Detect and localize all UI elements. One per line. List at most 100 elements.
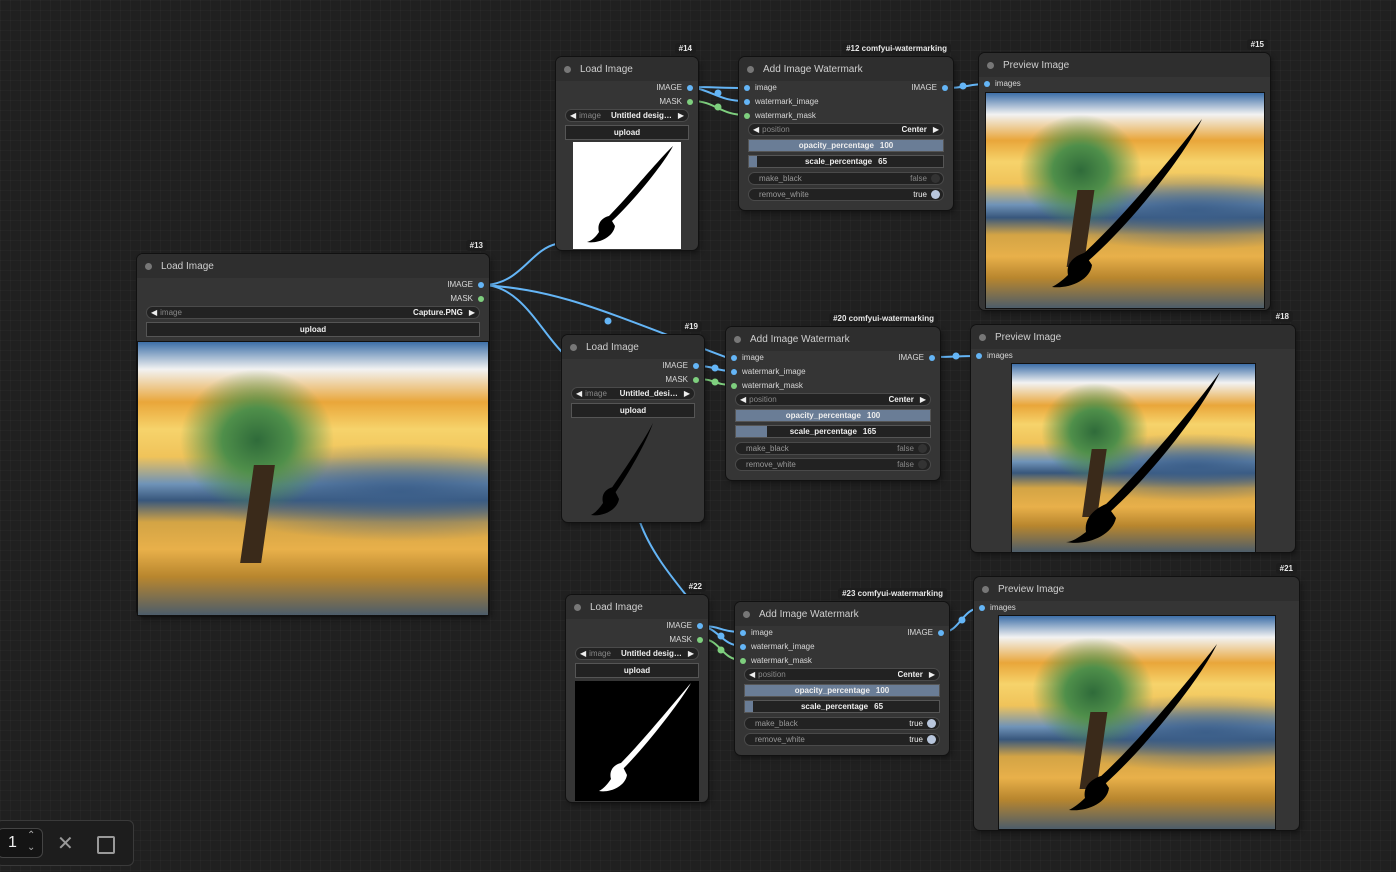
node-header[interactable]: Preview Image <box>971 325 1295 349</box>
node-header[interactable]: Load Image <box>562 335 704 359</box>
close-icon[interactable]: ✕ <box>57 831 74 856</box>
scale-slider[interactable]: scale_percentage 165 <box>735 425 931 438</box>
make-black-toggle[interactable]: make_black false <box>748 172 944 185</box>
input-watermark-mask-slot[interactable]: watermark_mask <box>740 656 812 665</box>
arrow-right-icon[interactable]: ▶ <box>920 395 926 404</box>
input-watermark-mask-slot[interactable]: watermark_mask <box>731 381 803 390</box>
output-image-slot[interactable]: IMAGE <box>666 621 703 630</box>
position-select[interactable]: ◀ position Center ▶ <box>748 123 944 136</box>
input-dot-icon[interactable] <box>979 604 985 611</box>
output-dot-icon[interactable] <box>929 354 935 361</box>
opacity-slider[interactable]: opacity_percentage 100 <box>735 409 931 422</box>
add-watermark-node-20[interactable]: #20 comfyui-watermarking Add Image Water… <box>726 313 940 480</box>
load-image-node-13[interactable]: #13 Load Image IMAGE MASK ◀ image Capture.… <box>137 240 489 616</box>
upload-button[interactable]: upload <box>146 322 480 337</box>
node-header[interactable]: Preview Image <box>979 53 1270 77</box>
collapse-dot-icon[interactable] <box>570 343 577 351</box>
arrow-right-icon[interactable]: ▶ <box>688 649 694 658</box>
image-select[interactable]: ◀ image Capture.PNG ▶ <box>146 306 480 319</box>
output-mask-slot[interactable]: MASK <box>665 375 699 384</box>
input-dot-icon[interactable] <box>731 354 737 361</box>
node-header[interactable]: Preview Image <box>974 577 1299 601</box>
make-black-toggle[interactable]: make_black true <box>744 717 940 730</box>
collapse-dot-icon[interactable] <box>982 585 989 593</box>
output-dot-icon[interactable] <box>693 376 699 383</box>
node-header[interactable]: Add Image Watermark <box>735 602 949 626</box>
input-dot-icon[interactable] <box>744 84 750 91</box>
toggle-knob-icon[interactable] <box>918 460 927 469</box>
output-image-slot[interactable]: IMAGE <box>656 83 693 92</box>
output-image-slot[interactable]: IMAGE <box>447 280 484 289</box>
input-watermark-mask-slot[interactable]: watermark_mask <box>744 111 816 120</box>
toggle-knob-icon[interactable] <box>931 190 940 199</box>
node-header[interactable]: Load Image <box>556 57 698 81</box>
arrow-right-icon[interactable]: ▶ <box>933 125 939 134</box>
chevron-up-icon[interactable]: ⌃ <box>27 830 35 842</box>
arrow-right-icon[interactable]: ▶ <box>469 308 475 317</box>
input-image-slot[interactable]: image <box>740 628 773 637</box>
opacity-slider[interactable]: opacity_percentage 100 <box>744 684 940 697</box>
input-dot-icon[interactable] <box>731 368 737 375</box>
collapse-dot-icon[interactable] <box>747 65 754 73</box>
batch-count-stepper[interactable]: ⌃ ⌄ <box>27 830 35 854</box>
input-image-slot[interactable]: image <box>744 83 777 92</box>
toggle-knob-icon[interactable] <box>927 735 936 744</box>
output-dot-icon[interactable] <box>942 84 948 91</box>
add-watermark-node-12[interactable]: #12 comfyui-watermarking Add Image Water… <box>739 43 953 210</box>
upload-button[interactable]: upload <box>571 403 695 418</box>
input-watermark-image-slot[interactable]: watermark_image <box>731 367 806 376</box>
input-dot-icon[interactable] <box>744 98 750 105</box>
input-dot-icon[interactable] <box>976 352 982 359</box>
output-image-slot[interactable]: IMAGE <box>898 353 935 362</box>
image-select[interactable]: ◀ image Untitled desig… ▶ <box>575 647 699 660</box>
toggle-knob-icon[interactable] <box>918 444 927 453</box>
input-dot-icon[interactable] <box>744 112 750 119</box>
output-dot-icon[interactable] <box>697 622 703 629</box>
arrow-left-icon[interactable]: ◀ <box>576 389 582 398</box>
remove-white-toggle[interactable]: remove_white false <box>735 458 931 471</box>
input-watermark-image-slot[interactable]: watermark_image <box>740 642 815 651</box>
input-images-slot[interactable]: images <box>976 351 1013 360</box>
preview-image-node-15[interactable]: #15 Preview Image images <box>979 39 1270 310</box>
preview-image-node-21[interactable]: #21 Preview Image images <box>974 563 1299 830</box>
upload-button[interactable]: upload <box>565 125 689 140</box>
node-header[interactable]: Load Image <box>137 254 489 278</box>
node-header[interactable]: Load Image <box>566 595 708 619</box>
chevron-down-icon[interactable]: ⌄ <box>27 842 35 854</box>
output-dot-icon[interactable] <box>478 295 484 302</box>
load-image-node-22[interactable]: #22 Load Image IMAGE MASK ◀ image Untitled… <box>566 581 708 802</box>
output-image-slot[interactable]: IMAGE <box>911 83 948 92</box>
input-dot-icon[interactable] <box>740 643 746 650</box>
remove-white-toggle[interactable]: remove_white true <box>744 733 940 746</box>
arrow-right-icon[interactable]: ▶ <box>684 389 690 398</box>
make-black-toggle[interactable]: make_black false <box>735 442 931 455</box>
collapse-dot-icon[interactable] <box>574 603 581 611</box>
output-dot-icon[interactable] <box>687 98 693 105</box>
input-watermark-image-slot[interactable]: watermark_image <box>744 97 819 106</box>
collapse-dot-icon[interactable] <box>145 262 152 270</box>
image-select[interactable]: ◀ image Untitled_desi… ▶ <box>571 387 695 400</box>
opacity-slider[interactable]: opacity_percentage 100 <box>748 139 944 152</box>
scale-slider[interactable]: scale_percentage 65 <box>748 155 944 168</box>
output-dot-icon[interactable] <box>687 84 693 91</box>
output-image-slot[interactable]: IMAGE <box>907 628 944 637</box>
input-images-slot[interactable]: images <box>979 603 1016 612</box>
arrow-left-icon[interactable]: ◀ <box>753 125 759 134</box>
input-dot-icon[interactable] <box>740 657 746 664</box>
position-select[interactable]: ◀ position Center ▶ <box>735 393 931 406</box>
output-mask-slot[interactable]: MASK <box>669 635 703 644</box>
collapse-dot-icon[interactable] <box>743 610 750 618</box>
load-image-node-14[interactable]: #14 Load Image IMAGE MASK ◀ image Untitled… <box>556 43 698 250</box>
image-select[interactable]: ◀ image Untitled desig… ▶ <box>565 109 689 122</box>
arrow-left-icon[interactable]: ◀ <box>151 308 157 317</box>
toggle-knob-icon[interactable] <box>927 719 936 728</box>
input-dot-icon[interactable] <box>731 382 737 389</box>
input-dot-icon[interactable] <box>984 80 990 87</box>
arrow-left-icon[interactable]: ◀ <box>740 395 746 404</box>
collapse-dot-icon[interactable] <box>564 65 571 73</box>
preview-image-node-18[interactable]: #18 Preview Image images <box>971 311 1295 553</box>
collapse-dot-icon[interactable] <box>987 61 994 69</box>
output-dot-icon[interactable] <box>938 629 944 636</box>
input-image-slot[interactable]: image <box>731 353 764 362</box>
square-icon[interactable] <box>97 836 115 854</box>
